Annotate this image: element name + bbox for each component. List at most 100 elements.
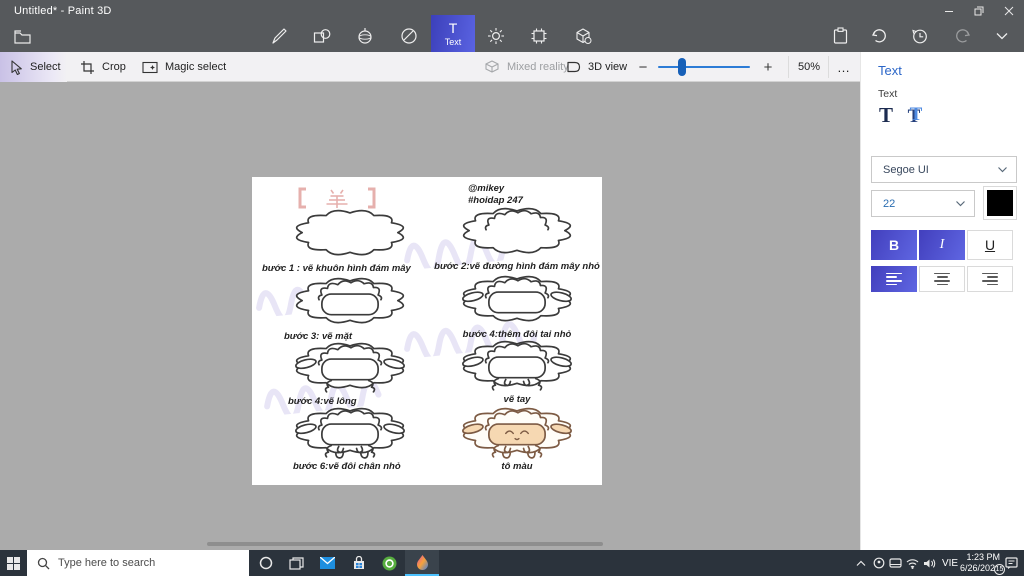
text-color-picker[interactable]: [983, 186, 1017, 220]
step-label: tô màu: [501, 461, 533, 472]
bold-button[interactable]: B: [871, 230, 917, 260]
more-options-button[interactable]: …: [837, 52, 851, 82]
magic-select-label: Magic select: [165, 61, 227, 73]
canvas-image[interactable]: @mikey #hoidap 247 bước 1 : vẽ khuôn hìn…: [252, 177, 602, 485]
undo-icon[interactable]: [867, 24, 891, 48]
redo-icon[interactable]: [951, 24, 975, 48]
text-tool-glyph: T: [448, 19, 458, 36]
step-label: bước 1 : vẽ khuôn hình đám mây: [262, 263, 411, 274]
close-button[interactable]: [994, 0, 1024, 22]
store-icon: [353, 556, 364, 569]
canvas-tool-icon[interactable]: [527, 24, 551, 48]
horizontal-scrollbar[interactable]: [207, 542, 603, 546]
cortana-icon: [259, 556, 272, 570]
window-title: Untitled* - Paint 3D: [14, 5, 112, 17]
separator: [788, 56, 789, 78]
panel-title: Text: [878, 63, 902, 78]
zoom-out-button[interactable]: −: [632, 52, 654, 82]
action-center-icon: [1004, 557, 1018, 569]
align-right-button[interactable]: [967, 266, 1013, 292]
font-size-select[interactable]: 22: [871, 190, 975, 217]
text-color-swatch: [987, 190, 1013, 216]
menu-icon[interactable]: [10, 24, 34, 48]
restore-button[interactable]: [964, 0, 994, 22]
mixed-reality-button[interactable]: Mixed reality: [484, 52, 569, 82]
tutorial-step-7: bước 6:vẽ đôi chân nhỏ: [270, 405, 430, 472]
taskbar: Type here to search VIE 1:23 PM 6/26/202…: [0, 550, 1024, 576]
font-family-select[interactable]: Segoe UI: [871, 156, 1017, 183]
text-tool-button[interactable]: T Text: [431, 15, 475, 52]
tray-meet-button[interactable]: [870, 550, 887, 576]
3d-text-button[interactable]: T: [903, 102, 929, 128]
minimize-button[interactable]: [934, 0, 964, 22]
cortana-button[interactable]: [250, 550, 281, 576]
task-view-icon: [289, 556, 304, 570]
brush-tool-icon[interactable]: [267, 24, 291, 48]
paint3d-icon: [416, 555, 428, 570]
3d-view-button[interactable]: 3D view: [565, 52, 627, 82]
tutorial-step-5: bước 4:vẽ lông: [270, 340, 430, 407]
speaker-icon: [924, 558, 936, 568]
tray-network-button[interactable]: [904, 550, 921, 576]
2d-text-button[interactable]: T: [873, 102, 899, 128]
step-label: vẽ tay: [503, 394, 531, 405]
sheep-drawing-step-7: [275, 405, 425, 460]
sheep-drawing-step-6: [442, 338, 592, 393]
stickers-tool-icon[interactable]: [397, 24, 421, 48]
mail-app-button[interactable]: [312, 550, 343, 576]
paint3d-app-button[interactable]: [405, 550, 439, 576]
language-indicator[interactable]: VIE: [938, 550, 962, 576]
task-view-button[interactable]: [281, 550, 312, 576]
magic-select-button[interactable]: Magic select: [142, 52, 226, 82]
step-label: bước 6:vẽ đôi chân nhỏ: [293, 461, 401, 472]
tray-touchpad-button[interactable]: [887, 550, 904, 576]
italic-button[interactable]: I: [919, 230, 965, 260]
mixed-reality-label: Mixed reality: [507, 61, 569, 73]
work-area: @mikey #hoidap 247 bước 1 : vẽ khuôn hìn…: [0, 82, 860, 550]
align-center-button[interactable]: [919, 266, 965, 292]
zoom-percent[interactable]: 50%: [798, 52, 820, 82]
canvas-header-sheep-character: [298, 187, 376, 209]
underline-button[interactable]: U: [967, 230, 1013, 260]
3d-library-tool-icon[interactable]: [571, 24, 595, 48]
2d-shapes-tool-icon[interactable]: [310, 24, 334, 48]
sheep-drawing-step-8: [442, 405, 592, 460]
wifi-icon: [906, 558, 919, 569]
store-app-button[interactable]: [343, 550, 374, 576]
title-bar: Untitled* - Paint 3D T Text: [0, 0, 1024, 52]
mixed-reality-icon: [485, 60, 499, 73]
taskbar-search-input[interactable]: Type here to search: [27, 550, 249, 576]
zoom-slider-thumb[interactable]: [678, 58, 686, 76]
tutorial-step-1: bước 1 : vẽ khuôn hình đám mây: [262, 207, 430, 274]
paste-icon[interactable]: [828, 24, 852, 48]
effects-tool-icon[interactable]: [484, 24, 508, 48]
align-center-icon: [934, 272, 950, 286]
3d-shapes-tool-icon[interactable]: [353, 24, 377, 48]
action-center-button[interactable]: 15: [994, 550, 1022, 576]
sheep-drawing-step-5: [275, 340, 425, 395]
ribbon: Select Crop Magic select Mixed reality 3…: [0, 52, 860, 82]
zoom-in-button[interactable]: +: [757, 52, 779, 82]
history-icon[interactable]: [908, 24, 932, 48]
notification-badge: 15: [994, 564, 1005, 575]
font-family-value: Segoe UI: [883, 163, 929, 176]
sheep-drawing-step-3: [275, 275, 425, 330]
windows-logo-icon: [7, 556, 20, 570]
align-right-icon: [982, 272, 998, 286]
tutorial-step-6: vẽ tay: [436, 338, 598, 405]
crop-button[interactable]: Crop: [80, 52, 126, 82]
chevron-down-icon: [998, 167, 1007, 173]
tray-volume-button[interactable]: [921, 550, 938, 576]
tutorial-step-8: tô màu: [436, 405, 598, 472]
expand-toolbar-icon[interactable]: [990, 24, 1014, 48]
start-button[interactable]: [0, 550, 27, 576]
recorder-app-button[interactable]: [374, 550, 405, 576]
select-button[interactable]: Select: [10, 52, 61, 82]
align-left-button[interactable]: [871, 266, 917, 292]
tray-expand-button[interactable]: [852, 550, 870, 576]
tutorial-step-4: bước 4:thêm đôi tai nhỏ: [436, 273, 598, 340]
zoom-slider[interactable]: [658, 58, 750, 76]
3d-view-icon: [567, 61, 581, 73]
green-app-icon: [382, 556, 397, 570]
chevron-up-icon: [856, 560, 866, 566]
